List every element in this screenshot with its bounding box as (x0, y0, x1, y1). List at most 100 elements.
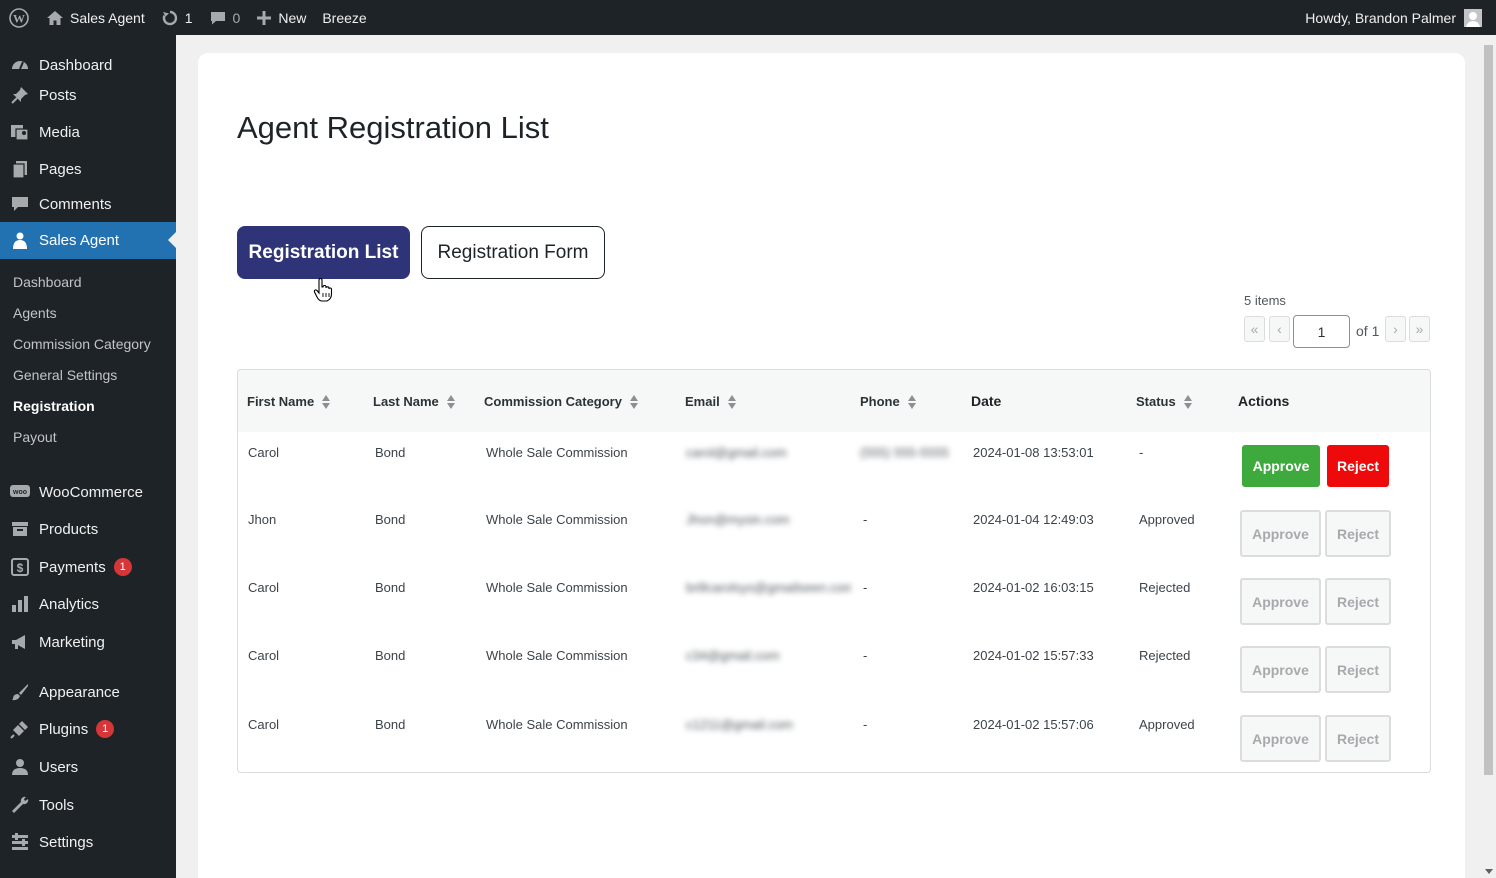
sidebar-item-label: Analytics (39, 595, 100, 613)
first-page-button[interactable]: « (1244, 316, 1265, 342)
submenu-item-registration[interactable]: Registration (13, 398, 95, 414)
reject-button[interactable]: Reject (1325, 646, 1391, 693)
cell-first-name: Jhon (248, 512, 277, 527)
sidebar-item-media[interactable]: Media (0, 115, 176, 149)
pages-icon (0, 159, 39, 179)
approve-button[interactable]: Approve (1240, 715, 1321, 762)
sidebar-item-comments[interactable]: Comments (0, 187, 176, 221)
registration-table: First Name Last Name Commission Category… (237, 369, 1431, 773)
cell-date: 2024-01-04 12:49:03 (973, 512, 1094, 527)
sidebar-item-sales-agent[interactable]: Sales Agent (0, 222, 176, 259)
sidebar-item-settings[interactable]: Settings (0, 825, 176, 859)
cell-phone: - (863, 648, 868, 663)
current-page-input[interactable] (1293, 315, 1350, 348)
approve-button[interactable]: Approve (1240, 578, 1321, 625)
page-title: Agent Registration List (237, 110, 549, 145)
brush-icon (0, 682, 39, 702)
sidebar-item-label: Comments (39, 195, 112, 213)
reject-button[interactable]: Reject (1327, 445, 1389, 487)
scroll-down-icon[interactable] (1485, 869, 1493, 874)
sidebar-item-marketing[interactable]: Marketing (0, 625, 176, 659)
last-page-button[interactable]: » (1409, 316, 1430, 342)
sidebar-item-tools[interactable]: Tools (0, 788, 176, 822)
items-count: 5 items (1244, 293, 1286, 308)
tab-registration-list[interactable]: Registration List (237, 226, 410, 279)
submenu-item-general-settings[interactable]: General Settings (13, 367, 117, 383)
col-commission-category[interactable]: Commission Category (484, 394, 638, 409)
sidebar-item-payments[interactable]: $ Payments 1 (0, 550, 176, 584)
sidebar-item-plugins[interactable]: Plugins 1 (0, 712, 176, 746)
plus-icon (257, 10, 272, 25)
sort-icon (727, 394, 736, 409)
col-phone[interactable]: Phone (860, 394, 916, 409)
sidebar-item-label: Appearance (39, 683, 120, 701)
wordpress-logo-icon[interactable]: W (0, 0, 38, 35)
sidebar-item-products[interactable]: Products (0, 512, 176, 546)
user-icon (0, 757, 39, 777)
sidebar-item-analytics[interactable]: Analytics (0, 587, 176, 621)
cell-first-name: Carol (248, 717, 280, 732)
cell-email: Jhon@mysin.com (686, 512, 790, 527)
col-status[interactable]: Status (1136, 394, 1192, 409)
sidebar-item-label: Users (39, 758, 79, 776)
my-account[interactable]: Howdy, Brandon Palmer (1305, 0, 1482, 35)
sidebar-item-posts[interactable]: Posts (0, 78, 176, 112)
sidebar-item-pages[interactable]: Pages (0, 152, 176, 186)
sidebar-item-label: Posts (39, 86, 77, 104)
sidebar-item-label: Dashboard (39, 56, 113, 74)
page-scrollbar[interactable] (1481, 35, 1496, 878)
approve-button[interactable]: Approve (1240, 510, 1321, 557)
reject-button[interactable]: Reject (1325, 510, 1391, 557)
updates-count: 1 (184, 9, 193, 26)
approve-button[interactable]: Approve (1240, 646, 1321, 693)
scrollbar-thumb[interactable] (1484, 45, 1493, 775)
cell-status: Approved (1139, 717, 1195, 732)
comments-link[interactable]: 0 (201, 0, 249, 35)
sidebar-item-appearance[interactable]: Appearance (0, 675, 176, 709)
sidebar-item-label: Products (39, 520, 99, 538)
cell-commission-category: Whole Sale Commission (486, 717, 628, 732)
table-row: Carol Bond Whole Sale Commission brillca… (238, 568, 1430, 636)
submenu-item-payout[interactable]: Payout (13, 429, 57, 445)
cell-commission-category: Whole Sale Commission (486, 445, 628, 460)
prev-page-button[interactable]: ‹ (1269, 316, 1290, 342)
home-icon (47, 10, 63, 25)
payment-icon: $ (0, 557, 39, 577)
hand-cursor-icon (313, 278, 333, 302)
reject-button[interactable]: Reject (1325, 578, 1391, 625)
cell-date: 2024-01-02 15:57:33 (973, 648, 1094, 663)
next-page-button[interactable]: › (1385, 316, 1406, 342)
new-content-link[interactable]: New (248, 0, 314, 35)
sidebar-item-woocommerce[interactable]: woo WooCommerce (0, 475, 176, 509)
sidebar-item-dashboard[interactable]: Dashboard (0, 48, 176, 82)
dashboard-icon (0, 55, 39, 75)
cell-phone: - (863, 512, 868, 527)
svg-text:$: $ (16, 561, 23, 575)
breeze-link[interactable]: Breeze (314, 0, 374, 35)
cell-date: 2024-01-02 15:57:06 (973, 717, 1094, 732)
cell-date: 2024-01-08 13:53:01 (973, 445, 1094, 460)
submenu-item-agents[interactable]: Agents (13, 305, 57, 321)
reject-button[interactable]: Reject (1325, 715, 1391, 762)
approve-button[interactable]: Approve (1242, 445, 1320, 487)
comment-icon (0, 195, 39, 213)
sidebar-item-users[interactable]: Users (0, 750, 176, 784)
table-row: Jhon Bond Whole Sale Commission Jhon@mys… (238, 500, 1430, 568)
cell-status: - (1139, 445, 1144, 460)
sidebar-item-label: Payments (39, 558, 106, 576)
cell-phone: (555) 555-5555 (860, 445, 949, 460)
site-name-link[interactable]: Sales Agent (38, 0, 153, 35)
cell-last-name: Bond (375, 512, 406, 527)
tab-registration-form[interactable]: Registration Form (421, 226, 605, 279)
comments-count: 0 (232, 9, 241, 26)
total-pages-label: of 1 (1356, 323, 1380, 339)
col-email[interactable]: Email (685, 394, 736, 409)
col-first-name[interactable]: First Name (247, 394, 331, 409)
col-last-name[interactable]: Last Name (373, 394, 455, 409)
sort-icon (907, 394, 916, 409)
pin-icon (0, 85, 39, 105)
submenu-item-dashboard[interactable]: Dashboard (13, 274, 82, 290)
cell-status: Approved (1139, 512, 1195, 527)
submenu-item-commission-category[interactable]: Commission Category (13, 336, 151, 352)
updates-link[interactable]: 1 (153, 0, 201, 35)
